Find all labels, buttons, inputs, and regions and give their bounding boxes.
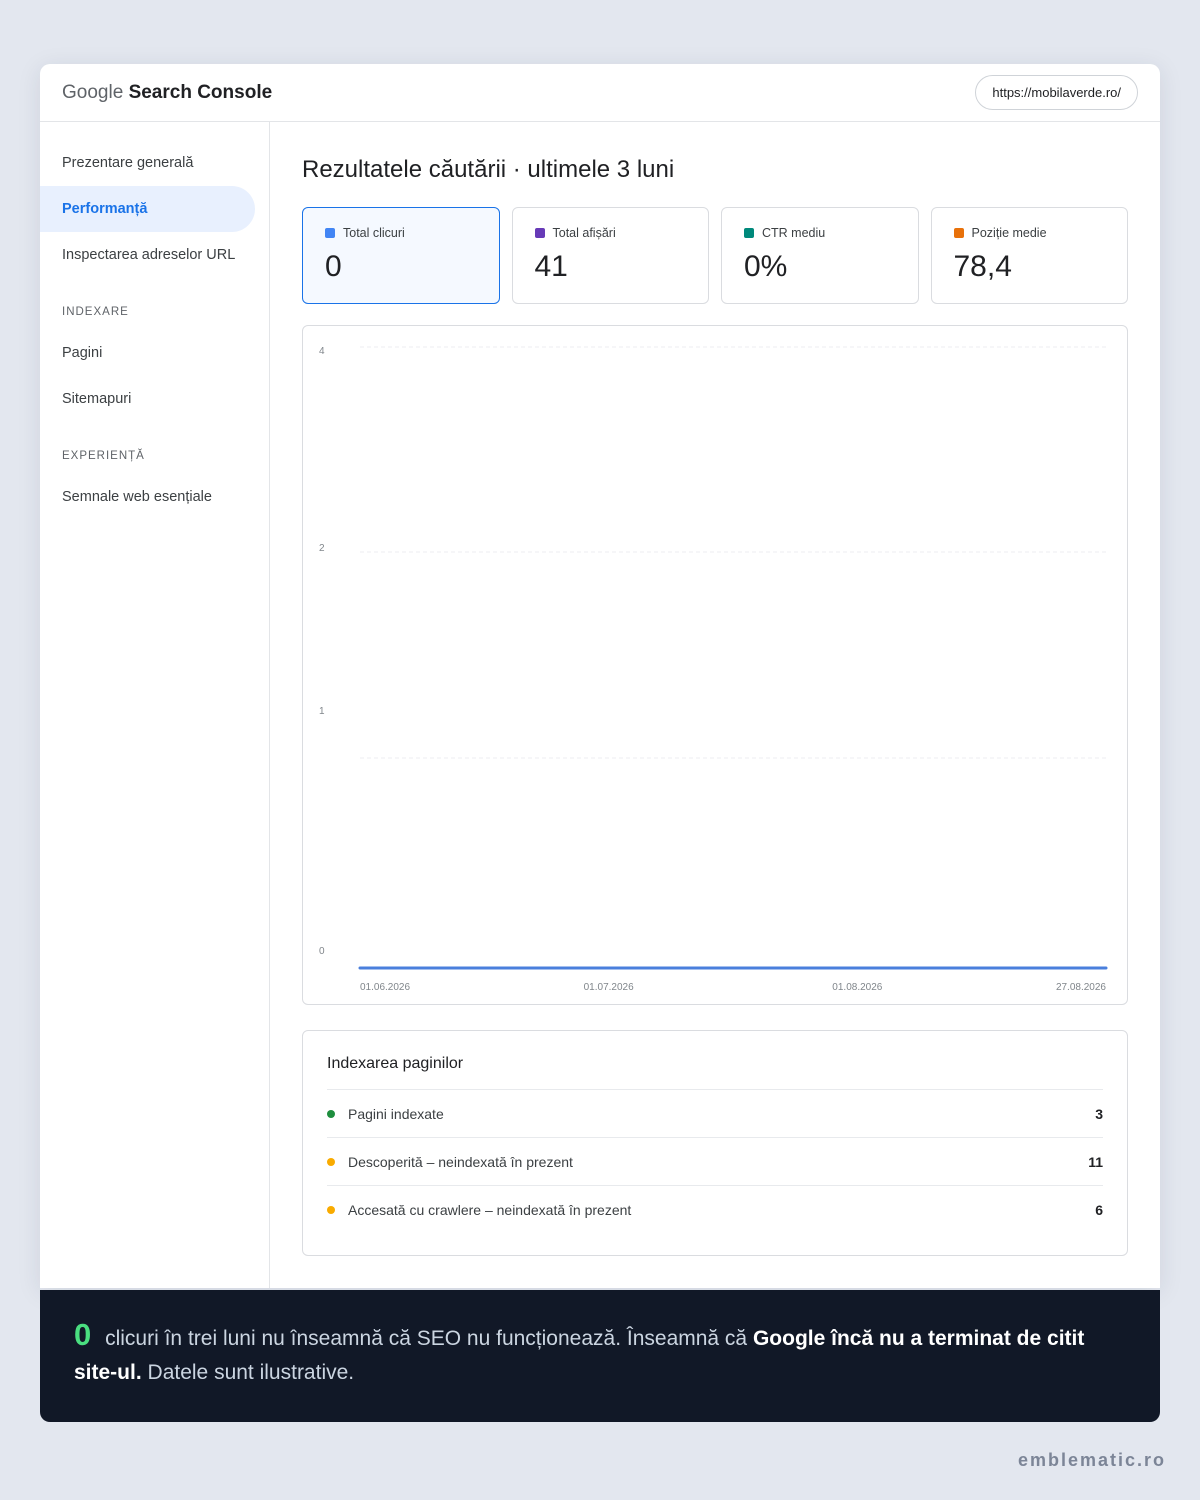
metric-card-total-impressions[interactable]: Total afișări 41 — [511, 207, 709, 304]
legend-square-icon — [953, 228, 964, 238]
status-dot-icon — [327, 1206, 335, 1214]
sidebar-item-core-web-vitals[interactable]: Semnale web esențiale — [40, 474, 255, 520]
sidebar-item-url-inspection[interactable]: Inspectarea adreselor URL — [40, 232, 255, 278]
sidebar-item-label: Pagini — [62, 345, 103, 361]
sidebar-item-label: Inspectarea adreselor URL — [62, 247, 236, 263]
metric-label: Poziție medie — [971, 226, 1047, 240]
metric-cards: Total clicuri 0 Total afișări 41 CTR med… — [302, 207, 1128, 304]
y-tick-label: 0 — [319, 946, 325, 957]
brand-name: Search Console — [128, 81, 273, 103]
banner-disclaimer: Datele sunt ilustrative. — [147, 1361, 355, 1384]
x-tick-label: 01.06.2026 — [360, 982, 410, 993]
legend-square-icon — [534, 228, 545, 238]
metric-label: CTR mediu — [762, 226, 826, 240]
app-logo[interactable]: Google Search Console — [62, 82, 272, 104]
y-tick-label: 4 — [319, 346, 325, 357]
sidebar-item-label: Performanță — [62, 201, 148, 217]
indexing-row-value: 11 — [1088, 1153, 1103, 1170]
legend-square-icon — [744, 228, 754, 238]
status-dot-icon — [327, 1109, 335, 1118]
indexing-title: Indexarea paginilor — [327, 1055, 1103, 1090]
performance-chart[interactable]: 4 2 1 0 01.06.2026 01.07.2026 01.08.2026 27.08.… — [302, 325, 1128, 1005]
banner-text: clicuri în trei luni nu înseamnă că SEO … — [105, 1327, 748, 1350]
brand-prefix: Google — [62, 81, 124, 103]
sidebar-item-sitemaps[interactable]: Sitemapuri — [40, 376, 255, 422]
y-tick-label: 2 — [319, 543, 325, 554]
metric-label: Total clicuri — [343, 226, 405, 240]
property-selector[interactable]: https://mobilaverde.ro/ — [975, 75, 1138, 110]
legend-square-icon — [325, 228, 335, 238]
sidebar-section-experience: EXPERIENȚĂ — [62, 450, 145, 462]
metric-header: Total clicuri — [325, 226, 477, 240]
metric-value: 78,4 — [953, 250, 1012, 283]
search-console-window: Google Search Console https://mobilaverd… — [40, 64, 1160, 1288]
status-dot-icon — [327, 1157, 335, 1166]
metric-header: CTR mediu — [744, 226, 896, 240]
sidebar-item-performance[interactable]: Performanță — [40, 186, 255, 232]
sidebar: Prezentare generală Performanță Inspecta… — [40, 122, 270, 1288]
banner-highlight-number: 0 — [74, 1317, 92, 1352]
sidebar-section-indexing: INDEXARE — [62, 306, 129, 318]
caption-banner: 0 clicuri în trei luni nu înseamnă că SE… — [40, 1290, 1160, 1422]
indexing-row-label: Accesată cu crawlere – neindexată în pre… — [348, 1202, 632, 1218]
metric-header: Total afișări — [534, 226, 687, 240]
page-title: Rezultatele căutării · ultimele 3 luni — [302, 156, 675, 183]
page-indexing-card: Indexarea paginilor Pagini indexate 3 De… — [302, 1030, 1128, 1256]
x-tick-label: 01.08.2026 — [832, 982, 882, 993]
property-url: https://mobilaverde.ro/ — [992, 85, 1121, 100]
indexing-row-indexed[interactable]: Pagini indexate 3 — [327, 1090, 1103, 1138]
x-tick-label: 27.08.2026 — [1056, 982, 1106, 993]
metric-card-total-clicks[interactable]: Total clicuri 0 — [302, 207, 500, 304]
indexing-row-discovered[interactable]: Descoperită – neindexată în prezent 11 — [327, 1138, 1103, 1186]
sidebar-item-label: Semnale web esențiale — [62, 489, 212, 505]
sidebar-item-overview[interactable]: Prezentare generală — [40, 140, 255, 186]
metric-value: 0% — [744, 250, 788, 283]
indexing-row-label: Pagini indexate — [348, 1105, 444, 1122]
metric-value: 41 — [534, 250, 568, 283]
top-bar: Google Search Console https://mobilaverd… — [40, 64, 1160, 122]
indexing-row-crawled[interactable]: Accesată cu crawlere – neindexată în pre… — [327, 1186, 1103, 1234]
y-tick-label: 1 — [319, 706, 325, 717]
metric-card-average-position[interactable]: Poziție medie 78,4 — [930, 207, 1128, 304]
metric-header: Poziție medie — [953, 226, 1106, 240]
chart-svg: 4 2 1 0 01.06.2026 01.07.2026 01.08.2026 27.08.… — [319, 346, 1108, 993]
metric-label: Total afișări — [552, 226, 616, 240]
indexing-row-label: Descoperită – neindexată în prezent — [348, 1153, 573, 1170]
indexing-row-value: 6 — [1095, 1202, 1103, 1218]
sidebar-item-pages[interactable]: Pagini — [40, 330, 255, 376]
metric-card-average-ctr[interactable]: CTR mediu 0% — [721, 207, 919, 304]
indexing-row-value: 3 — [1095, 1105, 1103, 1122]
sidebar-item-label: Sitemapuri — [62, 391, 132, 407]
main-content: Rezultatele căutării · ultimele 3 luni T… — [302, 122, 1128, 1256]
x-tick-label: 01.07.2026 — [584, 982, 634, 993]
footer-watermark: emblematic.ro — [1017, 1450, 1166, 1470]
metric-value: 0 — [325, 250, 342, 283]
sidebar-item-label: Prezentare generală — [62, 155, 194, 171]
